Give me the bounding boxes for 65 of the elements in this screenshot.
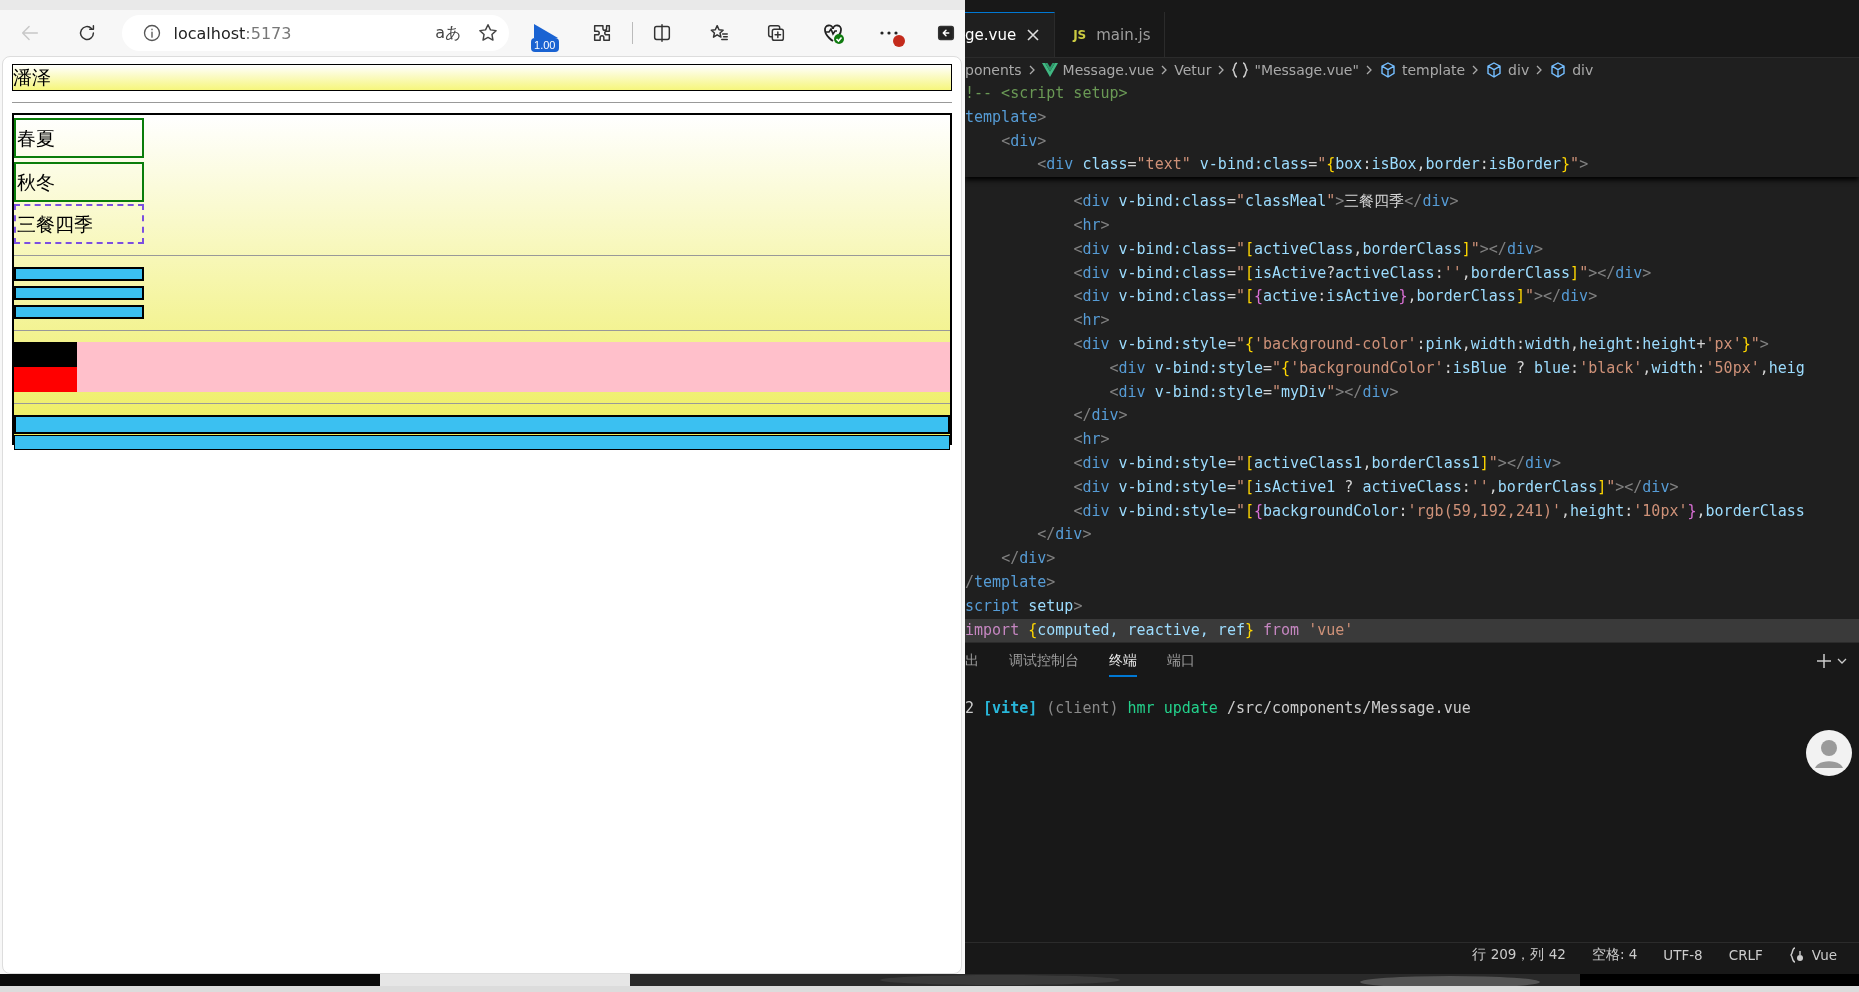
info-icon[interactable]: [141, 23, 162, 43]
extension-button[interactable]: 1.00: [526, 14, 564, 52]
code-line: !-- <script setup>: [965, 83, 1129, 104]
status-item[interactable]: CRLF: [1728, 946, 1763, 963]
code-line: <div v-bind:class="[activeClass,borderClass]"></div>: [1072, 238, 1544, 260]
panel-tab[interactable]: 出: [965, 645, 979, 677]
code-line: <div v-bind:style="{'backgroundColor':isBlue ? blue:'black',width:'50px',heig: [1108, 357, 1806, 379]
code-line: <div v-bind:style="{'background-color':pink,width:width,height:height+'px'}">: [1072, 333, 1770, 355]
code-line: <hr>: [1072, 310, 1111, 332]
text-box: 三餐四季: [14, 204, 144, 244]
vue-logo-icon: [1041, 63, 1058, 77]
editor-tab[interactable]: ge.vue: [965, 12, 1056, 57]
star-icon[interactable]: [477, 22, 500, 44]
code-line: template>: [965, 106, 1048, 128]
code-line: <div v-bind:class="[isActive?activeClass:'',borderClass]"></div>: [1072, 262, 1653, 284]
code-line: </div>: [1000, 548, 1057, 570]
name-banner: 潘泽: [12, 64, 952, 91]
breadcrumb-item[interactable]: "Message.vue": [1254, 62, 1359, 78]
panel-tab[interactable]: 端口: [1167, 645, 1195, 677]
chevron-down-icon[interactable]: [1837, 656, 1847, 666]
cube-icon: [1378, 61, 1397, 79]
notification-badge: [893, 35, 906, 47]
panel-tab[interactable]: 终端: [1109, 645, 1137, 677]
file-type-label: JS: [1073, 27, 1087, 42]
code-line: <div v-bind:style="myDiv"></div>: [1108, 381, 1400, 403]
braces-icon: [1231, 62, 1250, 78]
breadcrumb-item[interactable]: Message.vue: [1062, 62, 1155, 78]
code-line: <div v-bind:class="classMeal">三餐四季</div>: [1072, 191, 1460, 213]
status-item[interactable]: UTF-8: [1663, 946, 1703, 963]
more-icon: [880, 31, 899, 35]
cube-icon: [1549, 61, 1568, 79]
code-line: /template>: [965, 571, 1057, 593]
code-line: <div class="text" v-bind:class="{box:isBox,border:isBorder}">: [1036, 154, 1590, 176]
url-port: :5173: [245, 23, 292, 43]
breadcrumb-item[interactable]: template: [1401, 62, 1466, 78]
code-line: <hr>: [1072, 215, 1111, 236]
close-icon[interactable]: [1026, 28, 1041, 42]
status-item[interactable]: 空格: 4: [1591, 945, 1638, 964]
breadcrumb-item[interactable]: div: [1572, 62, 1594, 78]
breadcrumb-item[interactable]: Vetur: [1174, 62, 1212, 78]
code-line: <div v-bind:style="[isActive1 ? activeClass:'',borderClass]"></div>: [1072, 476, 1680, 498]
address-bar[interactable]: localhost:5173 aあ: [121, 15, 510, 51]
breadcrumb-item[interactable]: div: [1508, 62, 1530, 78]
extension-badge: 1.00: [531, 38, 559, 52]
panel-tab[interactable]: 调试控制台: [1009, 645, 1079, 677]
code-line: <div v-bind:style="[activeClass1,borderClass1]"></div>: [1072, 452, 1563, 474]
code-line: script setup>: [965, 595, 1084, 617]
code-line: <div>: [1000, 130, 1048, 152]
text-box: 秋冬: [14, 162, 144, 202]
editor-tab[interactable]: JS main.js: [1055, 12, 1166, 57]
avatar-icon[interactable]: [1806, 730, 1852, 776]
read-aloud-button[interactable]: aあ: [431, 20, 466, 46]
url-host: localhost: [173, 23, 246, 43]
plus-icon[interactable]: [1815, 652, 1833, 670]
text-box: 春夏: [14, 118, 144, 158]
code-line: <div v-bind:style="[{backgroundColor:'rgb(59,192,241)',height:'10px'},borderClass: [1072, 500, 1806, 522]
code-line: </div>: [1036, 524, 1093, 546]
code-line: <hr>: [1072, 429, 1111, 451]
language-mode[interactable]: Vue: [1788, 946, 1837, 963]
code-line: </div>: [1072, 405, 1129, 427]
terminal-line: 2 [vite] (client) hmr update /src/components/Message.vue: [965, 699, 1472, 717]
status-item[interactable]: 行 209，列 42: [1472, 945, 1566, 964]
code-line: <div v-bind:class="[{active:isActive},borderClass]"></div>: [1072, 286, 1599, 308]
breadcrumb-item[interactable]: ponents: [965, 62, 1022, 78]
cube-icon: [1485, 61, 1504, 79]
